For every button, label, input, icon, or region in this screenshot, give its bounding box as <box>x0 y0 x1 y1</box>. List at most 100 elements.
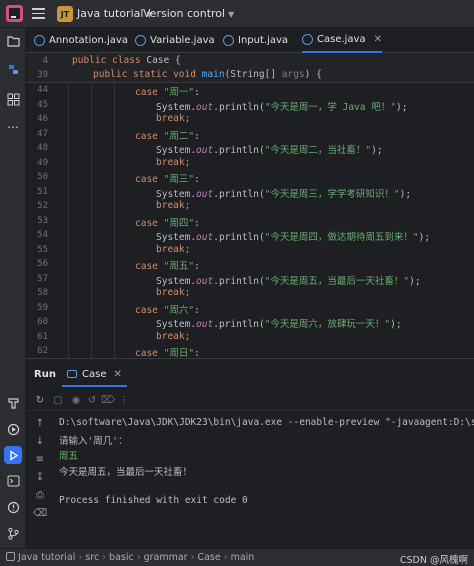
line-number: 45 <box>37 99 48 110</box>
folder-icon[interactable] <box>4 32 22 50</box>
println-line: System.out.println("今天是周三，学学考研知识！"); <box>156 188 412 200</box>
breadcrumb-item[interactable]: Java tutorial <box>18 552 75 563</box>
line-number: 54 <box>37 230 48 240</box>
println-line: System.out.println("今天是周五，当最后一天社畜！"); <box>156 275 421 287</box>
screenshot-icon[interactable]: ◉ <box>70 394 82 406</box>
run-tool-icon[interactable] <box>4 446 22 464</box>
println-line: System.out.println("今天是周二，当社畜！"); <box>156 145 383 156</box>
console-side-toolbar: ↑ ↓ ≡ ↧ ⎙ ⌫ <box>26 411 54 549</box>
main-menu-icon[interactable] <box>32 8 45 19</box>
chevron-right-icon: › <box>78 552 83 563</box>
rerun-icon[interactable]: ↻ <box>34 394 46 406</box>
case-line: case "周六": <box>135 304 200 316</box>
line-number: 44 <box>37 85 48 95</box>
title-bar: JT Java tutorial ▼ Version control ▼ <box>0 0 474 28</box>
line-number: 60 <box>37 317 48 327</box>
run-panel-title: Run <box>34 369 56 380</box>
line-number: 52 <box>37 201 48 211</box>
left-tool-strip: ⋯ <box>0 28 26 548</box>
status-bar: Java tutorial › src › basic › grammar › … <box>0 548 474 566</box>
breadcrumb-item[interactable]: basic <box>109 552 134 563</box>
println-line: System.out.println("今天是周一，学 Java 吧！"); <box>156 101 408 113</box>
tab-label: Input.java <box>238 35 289 46</box>
println-line: System.out.println("今天是周四，做达期待周五到来！"); <box>156 232 431 243</box>
tab-label: Variable.java <box>150 35 215 46</box>
problems-icon[interactable] <box>4 498 22 516</box>
version-control-label: Version control <box>143 7 226 20</box>
console-line: 今天是周五，当最后一天社畜！ <box>59 466 193 478</box>
indent-guide <box>68 83 69 358</box>
line-number: 61 <box>37 331 48 342</box>
down-arrow-icon[interactable]: ↓ <box>34 435 46 447</box>
sticky-class-line: public class Case { <box>72 55 181 66</box>
terminal-icon[interactable] <box>4 472 22 490</box>
scroll-to-end-icon[interactable]: ↧ <box>34 471 46 483</box>
console-line: Process finished with exit code 0 <box>59 495 248 506</box>
tab-label: Annotation.java <box>49 35 128 46</box>
break-line: break; <box>156 287 191 298</box>
tab-input-java[interactable]: Input.java <box>223 28 288 53</box>
close-icon[interactable]: ✕ <box>374 34 382 45</box>
soft-wrap-icon[interactable]: ≡ <box>34 453 46 465</box>
breadcrumb-item[interactable]: main <box>231 552 255 563</box>
up-arrow-icon[interactable]: ↑ <box>34 417 46 429</box>
line-number: 56 <box>37 259 48 269</box>
breadcrumb-item[interactable]: src <box>85 552 99 563</box>
intellij-logo-icon[interactable] <box>6 5 23 22</box>
break-line: break; <box>156 200 191 211</box>
git-icon[interactable] <box>4 524 22 542</box>
close-icon[interactable]: ✕ <box>113 369 121 380</box>
commit-icon[interactable] <box>4 60 22 78</box>
console-line: 请输入'周几'： <box>59 435 128 447</box>
tab-variable-java[interactable]: Variable.java <box>135 28 215 53</box>
services-icon[interactable] <box>4 420 22 438</box>
line-number: 39 <box>37 70 48 80</box>
console-output[interactable]: D:\software\Java\JDK\JDK23\bin\java.exe … <box>59 411 474 549</box>
chevron-right-icon: › <box>136 552 141 563</box>
version-control-selector[interactable]: Version control ▼ <box>143 7 234 20</box>
chevron-down-icon: ▼ <box>228 10 235 19</box>
stop-icon[interactable]: ▢ <box>52 394 64 406</box>
breadcrumb-item[interactable]: Case <box>197 552 220 563</box>
settings-icon[interactable]: ⌦ <box>101 394 115 406</box>
run-config-icon <box>67 370 77 378</box>
tab-case-java[interactable]: Case.java ✕ <box>302 28 382 53</box>
tab-annotation-java[interactable]: Annotation.java <box>34 28 128 53</box>
breadcrumb-item[interactable]: grammar <box>144 552 188 563</box>
sticky-method-line: public static void main(String[] args) { <box>93 69 322 80</box>
println-line: System.out.println("今天是周六，放肆玩一天！"); <box>156 319 402 330</box>
clear-icon[interactable]: ⌫ <box>33 507 47 519</box>
break-line: break; <box>156 330 191 342</box>
code-editor[interactable]: 4 public class Case { 39 public static v… <box>26 53 474 358</box>
line-number: 62 <box>37 346 48 356</box>
line-number: 49 <box>37 157 48 168</box>
restore-layout-icon[interactable]: ↺ <box>86 394 98 406</box>
more-options-icon[interactable]: ⋮ <box>118 394 130 406</box>
console-user-input: 周五 <box>59 451 79 463</box>
chevron-right-icon: › <box>223 552 228 563</box>
run-panel: Run Case ✕ ↻ ▢ ◉ ↺ ⌦ ⋮ ↑ ↓ ≡ ↧ ⎙ ⌫ D:\so… <box>26 358 474 548</box>
sticky-lines[interactable]: 4 public class Case { 39 public static v… <box>26 53 474 83</box>
case-line: case "周二": <box>135 130 200 142</box>
project-badge[interactable]: JT <box>57 6 73 22</box>
more-tools-icon[interactable]: ⋯ <box>4 118 22 136</box>
chevron-right-icon: › <box>102 552 107 563</box>
line-number: 53 <box>37 215 48 226</box>
tab-label: Case.java <box>317 34 366 45</box>
line-number: 51 <box>37 186 48 197</box>
line-number: 4 <box>42 56 48 66</box>
chevron-right-icon: › <box>190 552 195 563</box>
run-tab-case[interactable]: Case ✕ <box>62 363 127 387</box>
watermark: CSDN @风槐啊 <box>399 555 468 566</box>
line-number: 57 <box>37 273 48 284</box>
line-number: 48 <box>37 143 48 153</box>
line-number: 55 <box>37 244 48 255</box>
print-icon[interactable]: ⎙ <box>34 489 46 501</box>
build-icon[interactable] <box>4 394 22 412</box>
project-selector[interactable]: Java tutorial ▼ <box>77 7 153 20</box>
java-class-icon <box>34 35 45 46</box>
plugins-icon[interactable] <box>4 90 22 108</box>
console-line: D:\software\Java\JDK\JDK23\bin\java.exe … <box>59 417 474 428</box>
run-toolbar: ↻ ▢ ◉ ↺ ⌦ ⋮ <box>26 389 474 411</box>
break-line: break; <box>156 243 191 255</box>
